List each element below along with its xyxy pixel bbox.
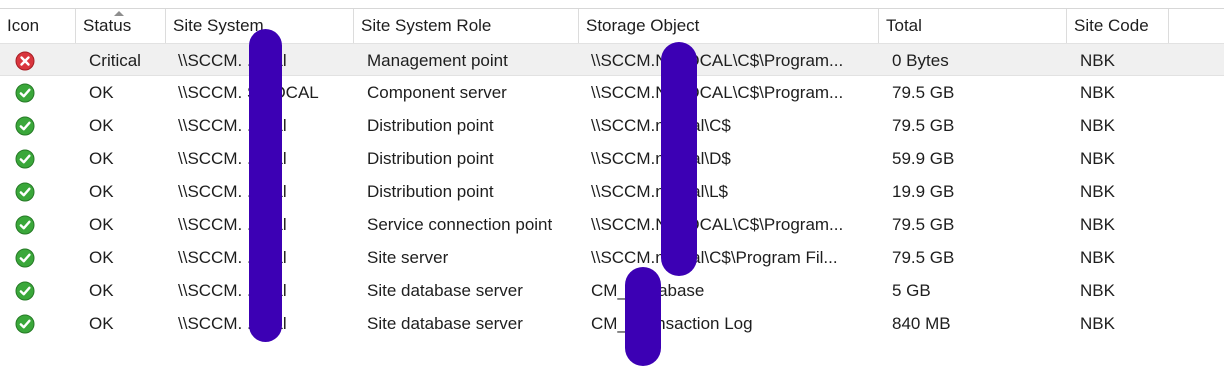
cell-status: OK (89, 83, 114, 102)
ok-check-icon (15, 215, 35, 235)
column-header-status-label: Status (83, 16, 132, 35)
cell-status: OK (89, 314, 114, 333)
table-row[interactable]: OK \\SCCM. .local Site database server CM_ … (0, 307, 1224, 340)
cell-role: Distribution point (367, 149, 494, 168)
cell-storage: \\SCCM.N .LOCAL\C$\Program... (591, 83, 844, 102)
cell-site-code: NBK (1080, 51, 1115, 70)
cell-total: 19.9 GB (892, 182, 955, 201)
critical-icon (15, 51, 35, 71)
sort-ascending-icon (114, 11, 124, 16)
cell-status: OK (89, 182, 114, 201)
cell-storage: \\SCCM.n local\L$ (591, 182, 728, 201)
cell-site-code: NBK (1080, 248, 1115, 267)
cell-site-code: NBK (1080, 215, 1115, 234)
cell-total: 79.5 GB (892, 116, 955, 135)
column-header-storage-object[interactable]: Storage Object (579, 9, 879, 43)
table-row[interactable]: OK \\SCCM. .local Distribution point \\SCCM… (0, 175, 1224, 208)
column-header-site-system-role[interactable]: Site System Role (354, 9, 579, 43)
column-header-total[interactable]: Total (879, 9, 1067, 43)
column-header-storage-label: Storage Object (586, 16, 700, 35)
cell-status: OK (89, 149, 114, 168)
redaction-mark-database-name (625, 267, 661, 366)
cell-role: Site database server (367, 281, 523, 300)
cell-storage: \\SCCM.N .LOCAL\C$\Program... (591, 51, 844, 70)
column-header-icon[interactable]: Icon (0, 9, 76, 43)
cell-total: 79.5 GB (892, 248, 955, 267)
cell-total: 79.5 GB (892, 215, 955, 234)
cell-role: Service connection point (367, 215, 553, 234)
column-header-row: Icon Status Site System Site System Role… (0, 8, 1224, 44)
cell-site-code: NBK (1080, 281, 1115, 300)
ok-check-icon (15, 149, 35, 169)
ok-check-icon (15, 182, 35, 202)
cell-storage: \\SCCM.N .LOCAL\C$\Program... (591, 215, 844, 234)
cell-total: 59.9 GB (892, 149, 955, 168)
ok-check-icon (15, 248, 35, 268)
cell-site-code: NBK (1080, 314, 1115, 333)
cell-total: 79.5 GB (892, 83, 955, 102)
table-row[interactable]: OK \\SCCM. .local Distribution point \\SCCM… (0, 109, 1224, 142)
table-row[interactable]: OK \\SCCM. S.LOCAL Component server \\SCCM.… (0, 76, 1224, 109)
column-header-site-code[interactable]: Site Code (1067, 9, 1169, 43)
column-header-total-label: Total (886, 16, 922, 35)
cell-role: Distribution point (367, 116, 494, 135)
ok-check-icon (15, 314, 35, 334)
cell-site-code: NBK (1080, 182, 1115, 201)
column-header-status[interactable]: Status (76, 9, 166, 43)
cell-status: OK (89, 116, 114, 135)
table-row[interactable]: OK \\SCCM. .local Service connection point… (0, 208, 1224, 241)
cell-role: Component server (367, 83, 507, 102)
cell-storage: CM_ Transaction Log (591, 314, 753, 333)
cell-role: Site server (367, 248, 449, 267)
cell-site-code: NBK (1080, 149, 1115, 168)
table-row[interactable]: OK \\SCCM. .local Site server \\SCCM.n loca… (0, 241, 1224, 274)
table-row[interactable]: OK \\SCCM. .local Distribution point \\SCCM… (0, 142, 1224, 175)
redaction-mark-site-system (249, 29, 282, 342)
ok-check-icon (15, 83, 35, 103)
column-header-role-label: Site System Role (361, 16, 492, 35)
cell-role: Distribution point (367, 182, 494, 201)
cell-role: Site database server (367, 314, 523, 333)
cell-site-code: NBK (1080, 83, 1115, 102)
ok-check-icon (15, 281, 35, 301)
table-row[interactable]: Critical \\SCCM. .local Management point \\… (0, 43, 1224, 76)
ok-check-icon (15, 116, 35, 136)
cell-total: 5 GB (892, 281, 931, 300)
column-header-icon-label: Icon (7, 16, 40, 35)
cell-storage: \\SCCM.n local\C$\Program Fil... (591, 248, 838, 267)
site-system-status-grid: Icon Status Site System Site System Role… (0, 0, 1224, 391)
column-header-site-code-label: Site Code (1074, 16, 1149, 35)
cell-status: OK (89, 248, 114, 267)
redaction-mark-storage-object (661, 42, 697, 276)
cell-status: OK (89, 215, 114, 234)
cell-status: OK (89, 281, 114, 300)
cell-total: 840 MB (892, 314, 951, 333)
cell-site-code: NBK (1080, 116, 1115, 135)
column-header-site-system-label: Site System (173, 16, 264, 35)
cell-status: Critical (89, 51, 141, 70)
column-header-filler (1169, 9, 1224, 43)
table-row[interactable]: OK \\SCCM. .local Site database server CM_ … (0, 274, 1224, 307)
cell-role: Management point (367, 51, 508, 70)
cell-total: 0 Bytes (892, 51, 949, 70)
